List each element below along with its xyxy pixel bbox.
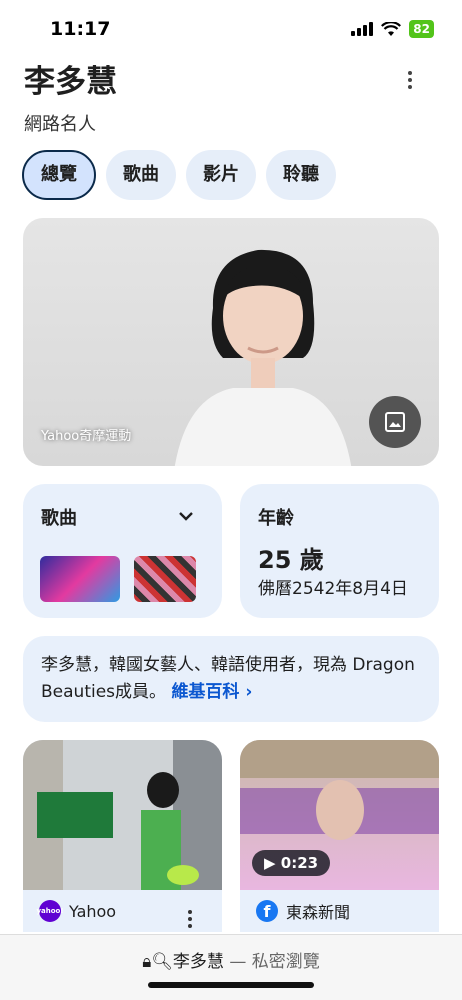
tab-songs[interactable]: 歌曲 <box>106 150 176 200</box>
address-query: 李多慧 <box>172 952 224 972</box>
page-title: 李多慧 <box>24 64 117 100</box>
status-icons: 82 <box>351 20 434 38</box>
age-card-title: 年齡 <box>258 508 294 529</box>
age-value: 25 歲 <box>258 546 324 574</box>
image-icon <box>385 412 405 432</box>
songs-card-title: 歌曲 <box>41 508 77 529</box>
wikipedia-link[interactable]: 維基百科 › <box>171 682 252 702</box>
age-card: 年齡 25 歲 佛曆2542年8月4日 <box>240 484 439 618</box>
wifi-icon <box>381 21 402 36</box>
bio-card: 李多慧，韓國女藝人、韓語使用者，現為 Dragon Beauties成員。 維基… <box>23 636 439 722</box>
media-source: 東森新聞 <box>286 903 351 922</box>
song-thumbnail[interactable] <box>40 556 120 602</box>
tab-bar: 總覽 歌曲 影片 聆聽 <box>22 150 336 200</box>
video-duration-badge: ▶ 0:23 <box>252 850 331 876</box>
signal-icon <box>351 22 374 36</box>
chevron-down-icon[interactable] <box>176 506 196 526</box>
status-bar: 11:17 82 <box>0 0 462 56</box>
media-source: Yahoo <box>69 901 117 921</box>
song-thumbnail[interactable] <box>134 556 196 602</box>
search-icon: 🔍︎ <box>151 952 173 972</box>
portrait-image <box>174 249 352 466</box>
tab-overview[interactable]: 總覽 <box>22 150 96 200</box>
address-text[interactable]: 🔒︎🔍︎李多慧 — 私密瀏覽 <box>0 947 462 972</box>
media-footer: yahoo! Yahoo <box>23 890 222 932</box>
status-time: 11:17 <box>50 18 111 40</box>
bio-text-block: 李多慧，韓國女藝人、韓語使用者，現為 Dragon Beauties成員。 維基… <box>41 652 421 706</box>
private-mode-label: — 私密瀏覽 <box>229 952 320 972</box>
hero-caption: Yahoo奇摩運動 <box>41 429 132 444</box>
video-card[interactable]: ▶ 0:23 f 東森新聞 <box>240 740 439 932</box>
more-options-icon[interactable] <box>188 910 192 928</box>
hero-image[interactable]: Yahoo奇摩運動 <box>23 218 439 466</box>
video-duration: 0:23 <box>280 854 319 872</box>
tab-videos[interactable]: 影片 <box>186 150 256 200</box>
battery-indicator: 82 <box>409 20 434 38</box>
browser-address-bar[interactable]: 🔒︎🔍︎李多慧 — 私密瀏覽 <box>0 934 462 1000</box>
home-indicator[interactable] <box>148 982 314 988</box>
media-footer: f 東森新聞 <box>240 890 439 932</box>
birth-date: 佛曆2542年8月4日 <box>258 579 408 599</box>
lock-icon: 🔒︎ <box>142 952 152 972</box>
more-options-icon[interactable] <box>398 68 422 92</box>
page-subtitle: 網路名人 <box>24 114 96 135</box>
media-card[interactable]: yahoo! Yahoo <box>23 740 222 932</box>
image-gallery-button[interactable] <box>369 396 421 448</box>
facebook-logo-icon: f <box>256 900 278 922</box>
yahoo-logo-icon: yahoo! <box>36 900 64 922</box>
street-photo <box>23 740 222 890</box>
tab-listen[interactable]: 聆聽 <box>266 150 336 200</box>
